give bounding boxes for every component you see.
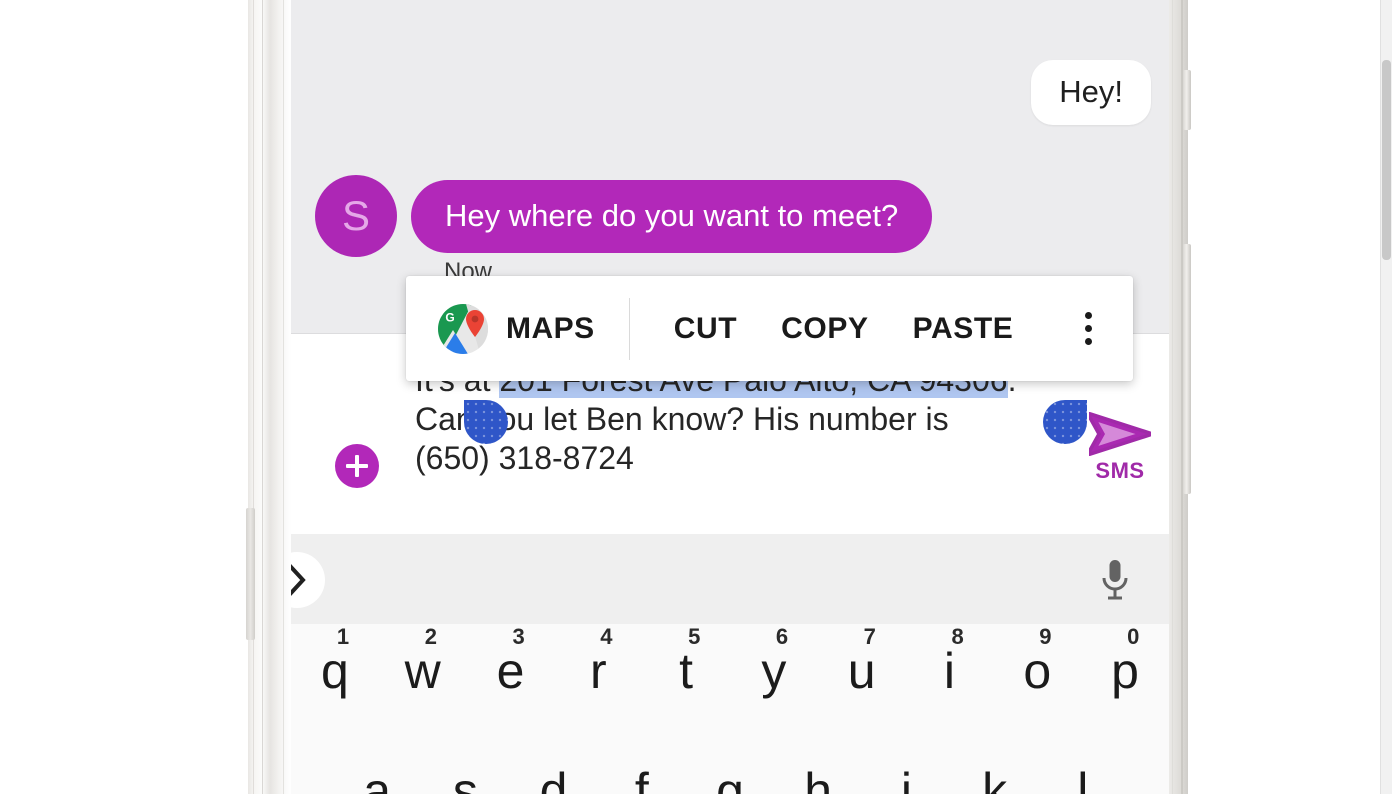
key-k[interactable]: k [951, 742, 1039, 794]
key-number: 9 [1039, 624, 1052, 649]
keyboard-row-2[interactable]: a s d f g h j k l [291, 742, 1169, 794]
key-letter: d [539, 763, 568, 794]
message-bubble-incoming[interactable]: Hey where do you want to meet? [411, 179, 933, 253]
key-a[interactable]: a [333, 742, 421, 794]
handle-texture [464, 400, 508, 444]
phone-sim-tray[interactable] [246, 508, 255, 640]
key-w[interactable]: 2 w [379, 624, 467, 740]
key-f[interactable]: f [598, 742, 686, 794]
menu-item-cut[interactable]: CUT [652, 312, 759, 346]
key-o[interactable]: 9 o [993, 624, 1081, 740]
key-letter: w [404, 643, 441, 699]
key-letter: f [634, 763, 649, 794]
keyboard-row-1[interactable]: 1 q 2 w 3 e 4 r 5 t 6 y 7 u 8 i 9 o 0 p [291, 624, 1169, 740]
key-letter: j [900, 763, 912, 794]
bezel-edge-line [1172, 0, 1173, 794]
bezel-edge-line [253, 0, 254, 794]
microphone-button[interactable] [1089, 554, 1141, 606]
message-row-incoming: S Hey where do you want to meet? [315, 175, 933, 257]
dot [1084, 325, 1092, 332]
screenshot-root: Hey! S Hey where do you want to meet? No… [0, 0, 1392, 794]
key-d[interactable]: d [509, 742, 597, 794]
phone-power-button[interactable] [1183, 70, 1191, 130]
menu-item-maps[interactable]: G MAPS [406, 276, 629, 381]
key-number: 8 [951, 624, 964, 649]
key-u[interactable]: 7 u [818, 624, 906, 740]
dot [1084, 312, 1092, 319]
dot [1084, 338, 1092, 345]
compose-line-4: (650) 318-8724 [415, 440, 634, 476]
on-screen-keyboard[interactable]: 1 q 2 w 3 e 4 r 5 t 6 y 7 u 8 i 9 o 0 p … [291, 534, 1169, 794]
menu-item-paste[interactable]: PASTE [891, 312, 1036, 346]
key-number: 5 [688, 624, 701, 649]
key-letter: q [320, 643, 349, 699]
microphone-icon [1102, 560, 1128, 600]
key-letter: s [452, 763, 478, 794]
key-letter: h [804, 763, 833, 794]
phone-volume-down-button[interactable] [1183, 610, 1191, 710]
key-p[interactable]: 0 p [1081, 624, 1169, 740]
key-g[interactable]: g [686, 742, 774, 794]
key-number: 2 [424, 624, 437, 649]
key-h[interactable]: h [774, 742, 862, 794]
key-number: 4 [600, 624, 613, 649]
key-e[interactable]: 3 e [467, 624, 555, 740]
phone-screen: Hey! S Hey where do you want to meet? No… [291, 0, 1169, 794]
key-s[interactable]: s [421, 742, 509, 794]
key-number: 0 [1127, 624, 1140, 649]
key-t[interactable]: 5 t [642, 624, 730, 740]
key-number: 1 [336, 624, 350, 649]
key-letter: y [761, 643, 787, 699]
google-maps-icon: G [438, 303, 488, 354]
selection-handle-start[interactable] [464, 400, 508, 444]
key-letter: r [589, 643, 607, 699]
keyboard-suggestion-bar[interactable] [291, 534, 1169, 624]
svg-text:G: G [445, 310, 454, 324]
key-j[interactable]: j [862, 742, 950, 794]
menu-separator [628, 297, 630, 360]
key-q[interactable]: 1 q [291, 624, 379, 740]
key-number: 6 [775, 624, 789, 649]
key-i[interactable]: 8 i [906, 624, 994, 740]
key-l[interactable]: l [1039, 742, 1127, 794]
key-letter: t [679, 643, 694, 699]
more-vertical-icon[interactable] [1073, 298, 1103, 360]
key-number: 7 [863, 624, 876, 649]
key-r[interactable]: 4 r [554, 624, 642, 740]
key-letter: g [716, 763, 744, 794]
key-letter: p [1111, 643, 1139, 699]
plus-icon [355, 455, 359, 477]
page-scrollbar[interactable] [1380, 0, 1392, 794]
key-number: 3 [512, 624, 525, 649]
key-letter: a [363, 763, 392, 794]
message-bubble-outgoing[interactable]: Hey! [1031, 60, 1151, 125]
page-scrollbar-thumb[interactable] [1382, 60, 1391, 260]
chevron-right-icon [291, 564, 306, 596]
phone-volume-button[interactable] [1183, 244, 1191, 494]
key-letter: e [496, 643, 525, 699]
attach-plus-button[interactable] [335, 444, 379, 488]
text-selection-context-menu[interactable]: G MAPS CUT COPY PASTE [406, 276, 1133, 381]
send-button[interactable]: SMS [1075, 412, 1165, 484]
compose-line-3: Can you let Ben know? His number is [415, 401, 949, 437]
bezel-edge-line [283, 0, 284, 794]
send-arrow-icon [1089, 412, 1151, 456]
key-letter: l [1077, 763, 1089, 794]
keyboard-expand-button[interactable] [291, 552, 325, 608]
send-label: SMS [1095, 458, 1145, 483]
key-letter: k [982, 763, 1008, 794]
menu-item-copy[interactable]: COPY [759, 312, 890, 346]
key-letter: i [943, 643, 956, 699]
key-letter: u [847, 643, 876, 699]
bezel-edge-line [262, 0, 263, 794]
key-letter: o [1023, 643, 1052, 699]
avatar[interactable]: S [315, 175, 397, 257]
key-y[interactable]: 6 y [730, 624, 818, 740]
menu-item-maps-label: MAPS [506, 311, 595, 345]
